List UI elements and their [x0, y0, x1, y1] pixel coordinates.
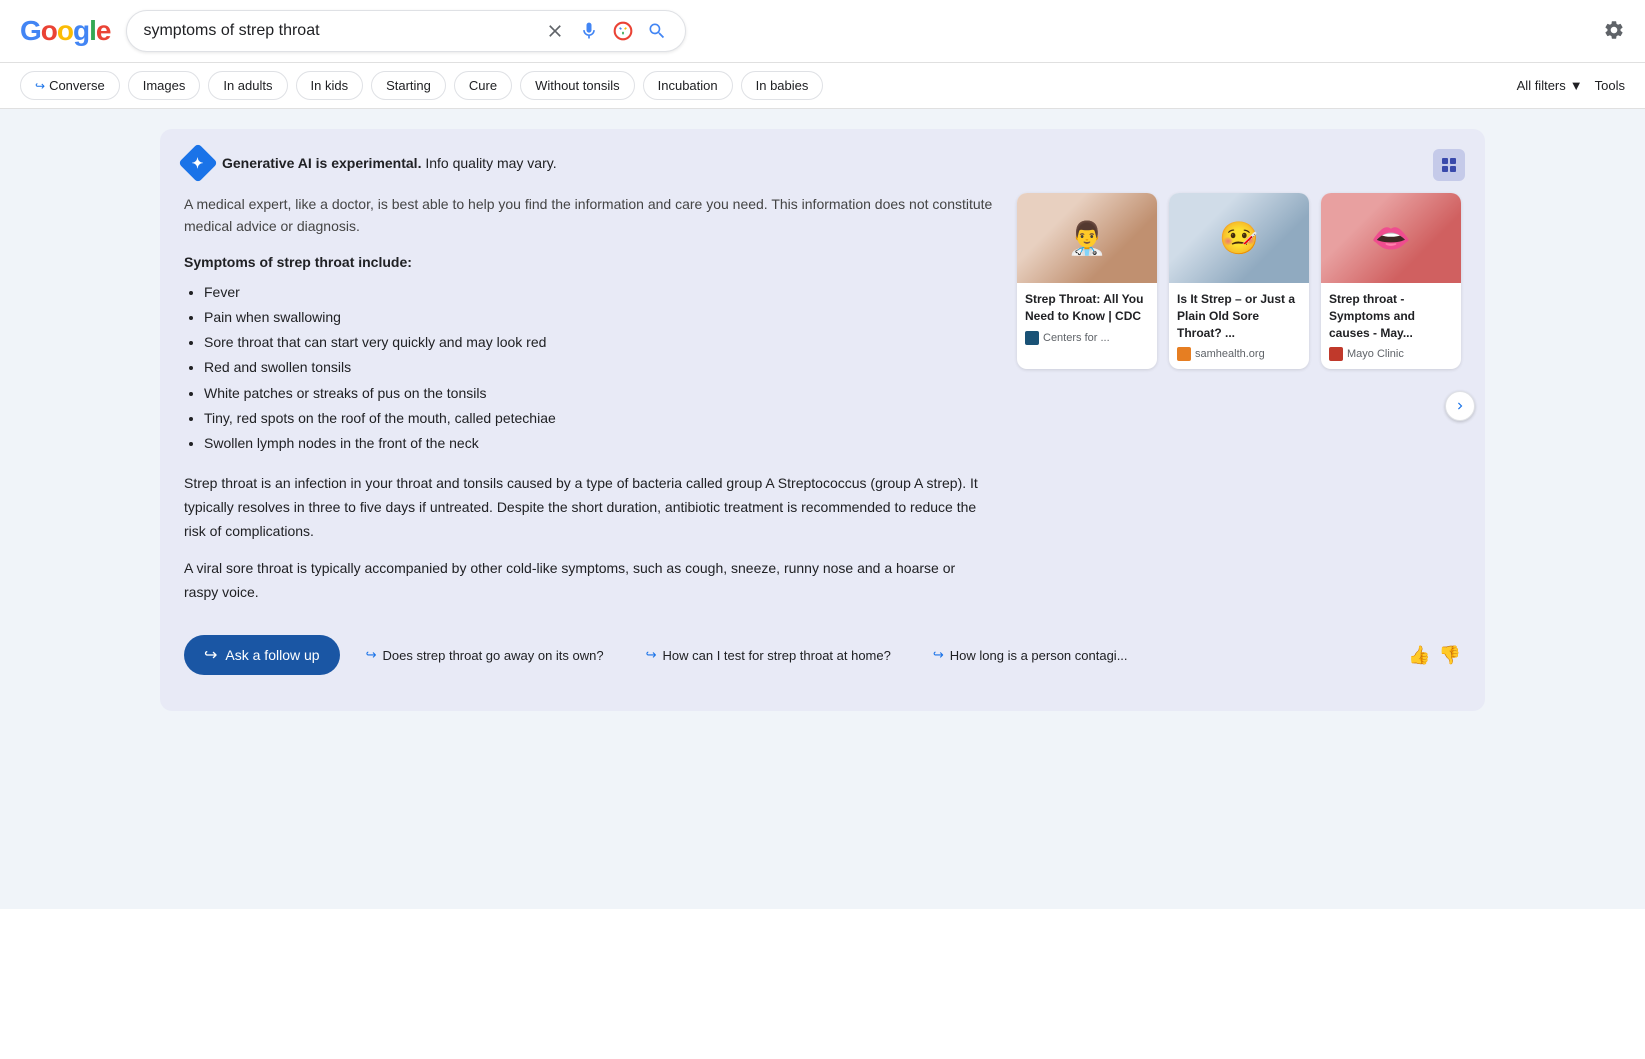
card-title-sam: Is It Strep – or Just a Plain Old Sore T…	[1177, 291, 1301, 341]
follow-up-arrow-icon: ↪	[204, 645, 217, 665]
lens-button[interactable]	[611, 19, 635, 43]
filter-chip-images[interactable]: Images	[128, 71, 201, 100]
suggestion-chip-2-label: How can I test for strep throat at home?	[663, 648, 891, 663]
list-item: White patches or streaks of pus on the t…	[204, 381, 993, 406]
mayo-source-icon	[1329, 347, 1343, 361]
image-card-sam[interactable]: 🤒 Is It Strep – or Just a Plain Old Sore…	[1169, 193, 1309, 369]
list-item: Swollen lymph nodes in the front of the …	[204, 431, 993, 456]
ai-header-subtext: Info quality may vary.	[425, 155, 556, 171]
tools-label: Tools	[1595, 78, 1625, 93]
ask-follow-up-button[interactable]: ↪ Ask a follow up	[184, 635, 340, 675]
card-image-cdc: 👨‍⚕️	[1017, 193, 1157, 283]
card-image-sam: 🤒	[1169, 193, 1309, 283]
feedback-buttons: 👍 👎	[1408, 645, 1461, 666]
suggestion-arrow-icon-1: ↪	[366, 647, 377, 663]
list-item: Red and swollen tonsils	[204, 355, 993, 380]
all-filters-label: All filters	[1517, 78, 1566, 93]
suggestion-chip-1-label: Does strep throat go away on its own?	[382, 648, 603, 663]
suggestion-chip-2[interactable]: ↪ How can I test for strep throat at hom…	[630, 637, 907, 673]
ai-disclaimer: A medical expert, like a doctor, is best…	[184, 193, 993, 238]
google-logo[interactable]: Google	[20, 15, 110, 47]
filter-chip-starting-label: Starting	[386, 78, 431, 93]
list-item: Sore throat that can start very quickly …	[204, 330, 993, 355]
filter-chip-in-babies-label: In babies	[756, 78, 809, 93]
card-source-sam: samhealth.org	[1177, 347, 1301, 361]
ai-header: ✦ Generative AI is experimental. Info qu…	[184, 149, 1461, 177]
cdc-source-name: Centers for ...	[1043, 332, 1110, 344]
bottom-bar: ↪ Ask a follow up ↪ Does strep throat go…	[184, 619, 1461, 691]
filter-chip-incubation[interactable]: Incubation	[643, 71, 733, 100]
filter-bar: ↪ Converse Images In adults In kids Star…	[0, 63, 1645, 109]
ai-symptoms-list: Fever Pain when swallowing Sore throat t…	[204, 280, 993, 456]
filter-chip-incubation-label: Incubation	[658, 78, 718, 93]
filter-chip-without-tonsils-label: Without tonsils	[535, 78, 620, 93]
card-body-mayo: Strep throat - Symptoms and causes - May…	[1321, 283, 1461, 369]
cards-next-button[interactable]	[1445, 391, 1475, 421]
converse-arrow-icon: ↪	[35, 79, 45, 93]
follow-up-label: Ask a follow up	[225, 647, 319, 663]
filter-chip-in-adults-label: In adults	[223, 78, 272, 93]
image-cards-row: 👨‍⚕️ Strep Throat: All You Need to Know …	[1017, 193, 1461, 369]
ai-text-section: A medical expert, like a doctor, is best…	[184, 193, 993, 619]
ai-header-bold: Generative AI is experimental.	[222, 155, 421, 171]
filter-chip-images-label: Images	[143, 78, 186, 93]
ai-diamond-icon: ✦	[178, 143, 218, 183]
cdc-source-icon	[1025, 331, 1039, 345]
search-bar	[126, 10, 686, 52]
tools-button[interactable]: Tools	[1595, 78, 1625, 93]
list-item: Fever	[204, 280, 993, 305]
suggestion-chip-3-label: How long is a person contagi...	[950, 648, 1128, 663]
grid-view-button[interactable]	[1433, 149, 1465, 181]
filter-chip-starting[interactable]: Starting	[371, 71, 446, 100]
filter-right: All filters ▼ Tools	[1517, 78, 1625, 93]
voice-search-button[interactable]	[577, 19, 601, 43]
settings-button[interactable]	[1603, 19, 1625, 44]
thumbs-down-button[interactable]: 👎	[1439, 645, 1461, 666]
clear-button[interactable]	[543, 19, 567, 43]
card-source-mayo: Mayo Clinic	[1329, 347, 1453, 361]
thumbs-down-icon: 👎	[1439, 645, 1461, 665]
image-card-mayo[interactable]: 👄 Strep throat - Symptoms and causes - M…	[1321, 193, 1461, 369]
suggestion-chip-1[interactable]: ↪ Does strep throat go away on its own?	[350, 637, 620, 673]
filter-chip-converse-label: Converse	[49, 78, 105, 93]
image-card-cdc[interactable]: 👨‍⚕️ Strep Throat: All You Need to Know …	[1017, 193, 1157, 369]
mayo-source-name: Mayo Clinic	[1347, 348, 1404, 360]
header: Google	[0, 0, 1645, 63]
ai-paragraph-1: Strep throat is an infection in your thr…	[184, 472, 993, 543]
card-image-mayo: 👄	[1321, 193, 1461, 283]
thumbs-up-button[interactable]: 👍	[1408, 645, 1430, 666]
suggestion-arrow-icon-3: ↪	[933, 647, 944, 663]
image-cards-wrapper: 👨‍⚕️ Strep Throat: All You Need to Know …	[1017, 193, 1461, 619]
main-content: ✦ Generative AI is experimental. Info qu…	[0, 109, 1645, 909]
filter-chip-in-kids[interactable]: In kids	[296, 71, 364, 100]
all-filters-chevron-icon: ▼	[1570, 78, 1583, 93]
ai-paragraph-2: A viral sore throat is typically accompa…	[184, 557, 993, 605]
suggestion-chip-3[interactable]: ↪ How long is a person contagi...	[917, 637, 1144, 673]
card-body-sam: Is It Strep – or Just a Plain Old Sore T…	[1169, 283, 1309, 369]
filter-chip-converse[interactable]: ↪ Converse	[20, 71, 120, 100]
ai-symptoms-header: Symptoms of strep throat include:	[184, 254, 993, 270]
search-button[interactable]	[645, 19, 669, 43]
filter-chip-in-adults[interactable]: In adults	[208, 71, 287, 100]
card-title-cdc: Strep Throat: All You Need to Know | CDC	[1025, 291, 1149, 325]
all-filters-button[interactable]: All filters ▼	[1517, 78, 1583, 93]
filter-chip-in-kids-label: In kids	[311, 78, 349, 93]
ai-box: ✦ Generative AI is experimental. Info qu…	[160, 129, 1485, 711]
ai-content: A medical expert, like a doctor, is best…	[184, 193, 1461, 619]
filter-chip-in-babies[interactable]: In babies	[741, 71, 824, 100]
sam-source-name: samhealth.org	[1195, 348, 1265, 360]
card-body-cdc: Strep Throat: All You Need to Know | CDC…	[1017, 283, 1157, 353]
filter-chip-cure[interactable]: Cure	[454, 71, 512, 100]
thumbs-up-icon: 👍	[1408, 645, 1430, 665]
list-item: Tiny, red spots on the roof of the mouth…	[204, 406, 993, 431]
search-input[interactable]	[143, 22, 533, 40]
filter-chip-cure-label: Cure	[469, 78, 497, 93]
sam-source-icon	[1177, 347, 1191, 361]
card-title-mayo: Strep throat - Symptoms and causes - May…	[1329, 291, 1453, 341]
filter-chip-without-tonsils[interactable]: Without tonsils	[520, 71, 635, 100]
card-source-cdc: Centers for ...	[1025, 331, 1149, 345]
suggestion-arrow-icon-2: ↪	[646, 647, 657, 663]
ai-header-text: Generative AI is experimental. Info qual…	[222, 155, 557, 171]
list-item: Pain when swallowing	[204, 305, 993, 330]
